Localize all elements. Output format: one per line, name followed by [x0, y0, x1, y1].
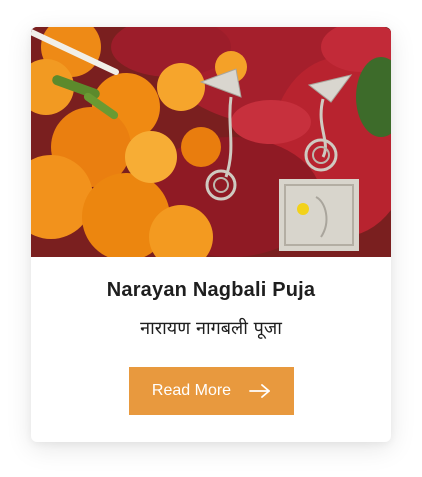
- read-more-button[interactable]: Read More: [129, 367, 294, 415]
- card-subtitle: नारायण नागबली पूजा: [140, 318, 282, 339]
- arrow-right-icon: [249, 384, 271, 398]
- service-card: Narayan Nagbali Puja नारायण नागबली पूजा …: [31, 27, 391, 442]
- puja-offering-image: [31, 27, 391, 257]
- card-title: Narayan Nagbali Puja: [106, 279, 316, 301]
- read-more-label: Read More: [151, 382, 232, 399]
